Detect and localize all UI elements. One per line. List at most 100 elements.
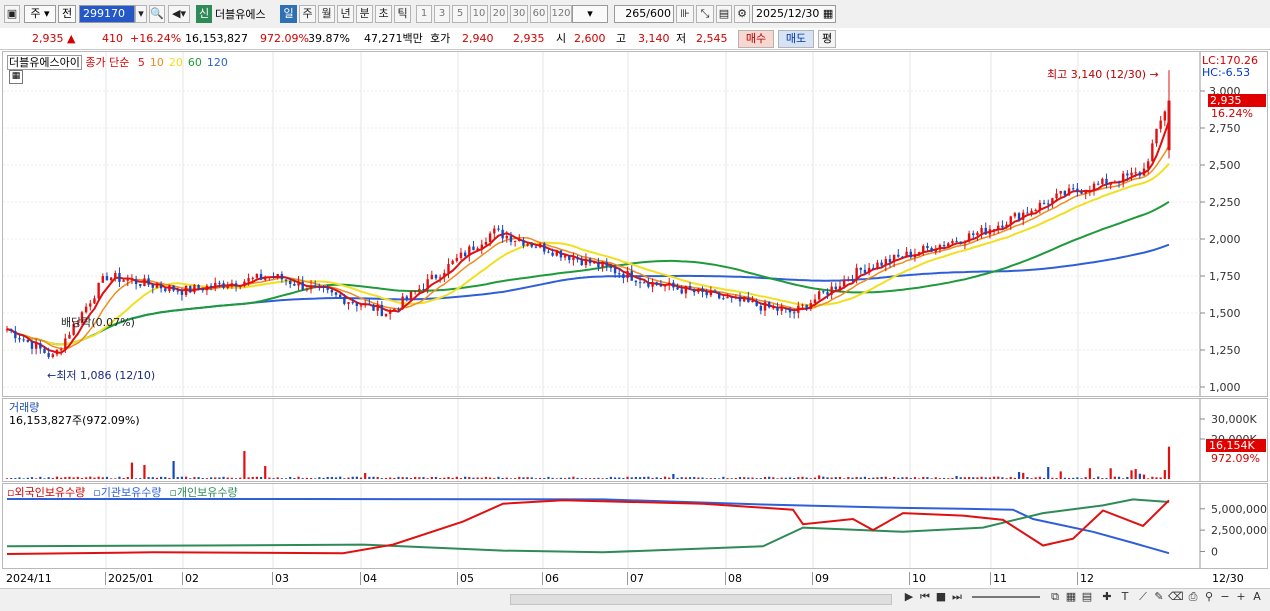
ma-legend-5[interactable]: 5 bbox=[138, 56, 145, 69]
crosshair-icon[interactable]: ✚ bbox=[1100, 590, 1114, 604]
volume-bar bbox=[251, 476, 254, 479]
interval-button-1[interactable]: 1 bbox=[416, 5, 432, 23]
price-chart[interactable]: 3,0002,7502,5002,2502,0001,7501,5001,250… bbox=[3, 52, 1267, 396]
eraser-icon[interactable]: ⌫ bbox=[1168, 590, 1184, 604]
candle-body bbox=[264, 277, 267, 280]
volume-bar bbox=[634, 477, 637, 479]
ma-legend-10[interactable]: 10 bbox=[150, 56, 164, 69]
auto-scale-icon[interactable]: A bbox=[1250, 590, 1264, 604]
stock-legend[interactable]: 더블유에스아이 bbox=[7, 55, 82, 70]
volume-bar bbox=[301, 478, 304, 479]
candle-body bbox=[1017, 213, 1021, 220]
volume-bar bbox=[22, 478, 25, 479]
volume-bar bbox=[35, 478, 38, 479]
eval-button[interactable]: 평 bbox=[818, 30, 836, 48]
interval-button-5[interactable]: 5 bbox=[452, 5, 468, 23]
holder-legend-2[interactable]: ▫개인보유수량 bbox=[169, 486, 237, 499]
trade-amount: 47,271백만 bbox=[364, 32, 423, 45]
interval-button-120[interactable]: 120 bbox=[550, 5, 572, 23]
draw-tool-icon[interactable]: ⤡ bbox=[696, 5, 714, 23]
volume-bar bbox=[10, 478, 13, 479]
candle-body bbox=[647, 282, 650, 287]
print-icon[interactable]: ⎙ bbox=[1186, 590, 1200, 604]
high-label: 고 bbox=[616, 32, 627, 45]
grid-icon[interactable]: ▦ bbox=[1064, 590, 1078, 604]
magnifier-icon[interactable]: ⚲ bbox=[1202, 590, 1216, 604]
sell-button[interactable]: 매도 bbox=[778, 30, 814, 48]
candle-body bbox=[863, 269, 867, 273]
volume-bar bbox=[518, 476, 521, 479]
candle-body bbox=[972, 233, 975, 236]
chart-type-icon[interactable]: ▤ bbox=[1080, 590, 1094, 604]
period-tab-2[interactable]: 월 bbox=[318, 5, 335, 23]
period-tab-4[interactable]: 분 bbox=[356, 5, 373, 23]
text-tool-icon[interactable]: T bbox=[1118, 590, 1132, 604]
candle-body bbox=[180, 291, 184, 295]
count-value: 265 bbox=[625, 7, 647, 20]
interval-button-20[interactable]: 20 bbox=[490, 5, 508, 23]
period-tab-5[interactable]: 초 bbox=[375, 5, 392, 23]
volume-chart[interactable]: 30,000K20,000K bbox=[3, 399, 1267, 481]
holder-legend-0[interactable]: ▫외국인보유수량 bbox=[7, 486, 85, 499]
ma-legend[interactable]: 종가 단순 bbox=[85, 56, 129, 69]
volume-bar bbox=[1147, 478, 1150, 479]
ma-legend-20[interactable]: 20 bbox=[169, 56, 183, 69]
speaker-icon[interactable]: ◀▾ bbox=[168, 5, 190, 23]
period-tab-6[interactable]: 틱 bbox=[394, 5, 411, 23]
calendar-icon[interactable]: ▦ bbox=[823, 7, 833, 20]
search-icon[interactable]: 🔍 bbox=[149, 5, 165, 23]
candle-body bbox=[359, 305, 363, 307]
chevron-down-icon[interactable]: ▾ bbox=[135, 5, 147, 23]
layout-icon[interactable]: ⧉ bbox=[1048, 590, 1062, 604]
volume-bar bbox=[884, 476, 887, 479]
forward-icon[interactable]: ⏭ bbox=[950, 590, 964, 604]
window-icon[interactable]: ▣ bbox=[4, 5, 20, 23]
zoom-in-icon[interactable]: + bbox=[1234, 590, 1248, 604]
y-tick-label: 2,750 bbox=[1209, 122, 1241, 135]
candle-body bbox=[159, 285, 163, 289]
grid-toggle-icon[interactable]: ▦ bbox=[9, 70, 23, 84]
interval-button-3[interactable]: 3 bbox=[434, 5, 450, 23]
save-icon[interactable]: ▤ bbox=[716, 5, 732, 23]
volume-bar bbox=[726, 478, 729, 479]
rewind-icon[interactable]: ⏮ bbox=[918, 590, 932, 604]
volume-bar bbox=[1026, 477, 1029, 479]
stock-code-input[interactable]: 299170 bbox=[79, 5, 135, 23]
type-select[interactable]: 주 ▾ bbox=[24, 5, 56, 23]
market-select[interactable]: 전 bbox=[58, 5, 76, 23]
scroll-right-icon[interactable]: ▶ bbox=[902, 590, 916, 604]
x-axis: 2024/11 2025/01 02 03 04 05 06 07 08 09 10 11 12 12/3… bbox=[2, 570, 1268, 587]
holder-legend-1[interactable]: ▫기관보유수량 bbox=[93, 486, 161, 499]
y-tick-label: 1,500 bbox=[1209, 307, 1241, 320]
ma-legend-60[interactable]: 60 bbox=[188, 56, 202, 69]
ma-legend-120[interactable]: 120 bbox=[207, 56, 228, 69]
count-input[interactable]: 265/600 bbox=[614, 5, 674, 23]
candle-icon[interactable]: ⊪ bbox=[676, 5, 694, 23]
date-input[interactable]: 2025/12/30 ▦ bbox=[752, 5, 836, 23]
interval-button-60[interactable]: 60 bbox=[530, 5, 548, 23]
candle-body bbox=[497, 228, 500, 230]
candle-body bbox=[676, 287, 679, 290]
zoom-slider[interactable] bbox=[972, 596, 1040, 598]
gear-icon[interactable]: ⚙ bbox=[734, 5, 750, 23]
period-tab-0[interactable]: 일 bbox=[280, 5, 297, 23]
candle-body bbox=[926, 245, 929, 249]
volume-bar bbox=[593, 478, 596, 479]
volume-bar bbox=[130, 462, 134, 479]
pen-icon[interactable]: ✎ bbox=[1152, 590, 1166, 604]
chart-scrollbar[interactable] bbox=[510, 594, 892, 605]
candle-body bbox=[634, 280, 638, 283]
stop-icon[interactable]: ■ bbox=[934, 590, 948, 604]
buy-button[interactable]: 매수 bbox=[738, 30, 774, 48]
y-tick-label: 2,500 bbox=[1209, 159, 1241, 172]
interval-button-30[interactable]: 30 bbox=[510, 5, 528, 23]
period-tab-1[interactable]: 주 bbox=[299, 5, 316, 23]
period-tab-3[interactable]: 년 bbox=[337, 5, 354, 23]
interval-dropdown[interactable]: ▾ bbox=[572, 5, 608, 23]
candle-body bbox=[34, 343, 38, 349]
interval-button-10[interactable]: 10 bbox=[470, 5, 488, 23]
candle-body bbox=[701, 288, 704, 293]
volume-bar bbox=[322, 477, 325, 479]
trend-line-icon[interactable]: ⟋ bbox=[1136, 590, 1150, 604]
zoom-out-icon[interactable]: − bbox=[1218, 590, 1232, 604]
